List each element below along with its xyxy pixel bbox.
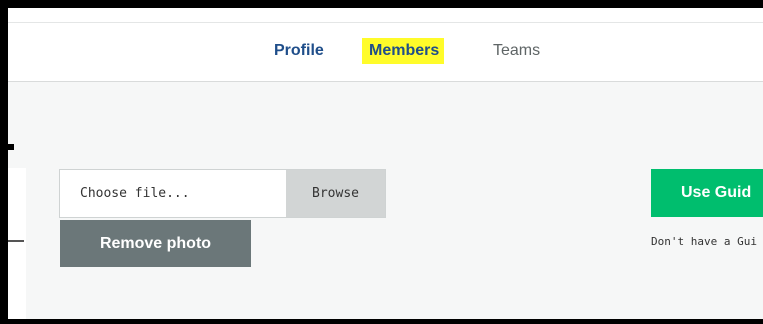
file-picker: Browse [59,169,386,218]
file-input[interactable] [60,170,286,217]
tab-members[interactable]: Members [362,38,445,64]
tab-profile[interactable]: Profile [274,41,324,61]
top-strip [8,8,763,22]
avatar-divider [8,240,24,242]
settings-page: Profile Members Teams Browse Remove phot… [8,8,763,319]
corner-mark [8,144,14,150]
avatar-preview [8,168,26,319]
browse-button[interactable]: Browse [286,170,385,217]
tab-teams[interactable]: Teams [493,41,540,61]
guide-note: Don't have a Gui [651,235,757,248]
use-guide-button[interactable]: Use Guid [651,169,763,217]
remove-photo-button[interactable]: Remove photo [60,220,251,267]
settings-nav: Profile Members Teams [8,23,763,82]
